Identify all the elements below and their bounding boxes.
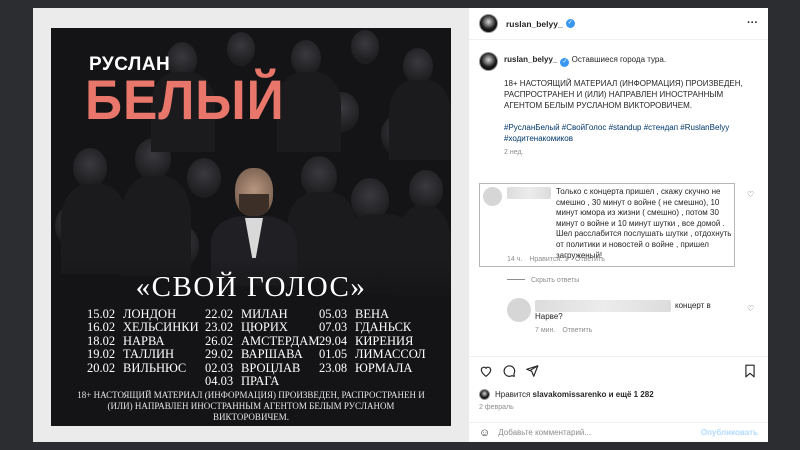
- tour-date-row: 07.03 ГДАНЬСК: [319, 320, 412, 335]
- post-media-area: РУСЛАН БЕЛЫЙ «СВОЙ ГОЛОС» 15.02 ЛОНДОН 16…: [33, 8, 469, 442]
- tour-date-row: 29.02 ВАРШАВА: [205, 347, 303, 362]
- tour-dates-column-1: 15.02 ЛОНДОН 16.02 ХЕЛЬСИНКИ 18.02 НАРВА 19…: [87, 307, 199, 375]
- tour-date-row: 26.02 АМСТЕРДАМ: [205, 333, 320, 348]
- caption-intro: Оставшиеся города тура.: [571, 55, 667, 64]
- reply-text-tail: концерт в: [675, 301, 711, 310]
- tour-dates-column-2: 22.02 МИЛАН 23.02 ЦЮРИХ 26.02 АМСТЕРДАМ 29.…: [205, 307, 320, 389]
- tour-date-row: 20.02 ВИЛЬНЮС: [87, 360, 187, 375]
- caption-username[interactable]: ruslan_belyy_: [504, 55, 557, 64]
- liker-username[interactable]: slavakomissarenko: [533, 390, 607, 399]
- share-icon[interactable]: [525, 364, 539, 378]
- poster-disclaimer: 18+ НАСТОЯЩИЙ МАТЕРИАЛ (ИНФОРМАЦИЯ) ПРОИ…: [77, 390, 425, 422]
- add-comment-bar: ☺ Добавьте комментарий... Опубликовать: [469, 422, 768, 442]
- commenter-username-redacted: [507, 187, 551, 199]
- tour-date-row: 18.02 НАРВА: [87, 333, 165, 348]
- poster-last-name: БЕЛЫЙ: [85, 68, 285, 131]
- verified-badge-icon: ✓: [560, 58, 570, 67]
- author-username[interactable]: ruslan_belyy_: [506, 19, 563, 29]
- comment-icon[interactable]: [502, 364, 516, 378]
- tour-dates-column-3: 05.03 ВЕНА 07.03 ГДАНЬСК 29.04 КИРЕНИЯ 01.0…: [319, 307, 426, 375]
- like-icon[interactable]: [479, 364, 493, 378]
- reply-text-line2: Нарве?: [535, 312, 563, 321]
- highlighted-comment: Только с концерта пришел , скажу скучно …: [479, 183, 735, 267]
- commenter-avatar[interactable]: [483, 187, 502, 206]
- tour-date-row: 15.02 ЛОНДОН: [87, 307, 177, 321]
- tour-poster[interactable]: РУСЛАН БЕЛЫЙ «СВОЙ ГОЛОС» 15.02 ЛОНДОН 16…: [51, 28, 451, 426]
- reply-meta: 7 мин. Ответить: [535, 327, 593, 334]
- caption-time[interactable]: 2 нед.: [504, 147, 759, 158]
- replier-avatar[interactable]: [507, 298, 531, 322]
- tour-date-row: 05.03 ВЕНА: [319, 307, 390, 321]
- comment-text: Только с концерта пришел , скажу скучно …: [556, 187, 732, 260]
- bookmark-icon[interactable]: [743, 364, 757, 378]
- author-avatar[interactable]: [479, 14, 498, 33]
- caption-notice: 18+ НАСТОЯЩИЙ МАТЕРИАЛ (ИНФОРМАЦИЯ) ПРОИ…: [504, 79, 743, 110]
- tour-date-row: 23.08 ЮРМАЛА: [319, 360, 413, 375]
- post-sidebar: ruslan_belyy_ ✓ ··· ruslan_belyy_ ✓ Остав…: [469, 8, 768, 442]
- tour-date-row: 22.02 МИЛАН: [205, 307, 288, 321]
- instagram-post-modal: РУСЛАН БЕЛЫЙ «СВОЙ ГОЛОС» 15.02 ЛОНДОН 16…: [33, 8, 768, 442]
- comment-reply-button[interactable]: Ответить: [575, 256, 605, 263]
- liker-avatar[interactable]: [479, 389, 490, 400]
- comment-meta: 14 ч. Нравится: 1 Ответить: [507, 256, 605, 263]
- tour-date-row: 23.02 ЦЮРИХ: [205, 320, 288, 335]
- likes-count[interactable]: и ещё 1 282: [609, 390, 654, 399]
- more-options-icon[interactable]: ···: [747, 17, 758, 29]
- publish-button[interactable]: Опубликовать: [701, 428, 758, 437]
- reply-reply-button[interactable]: Ответить: [562, 327, 592, 334]
- comment-input[interactable]: Добавьте комментарий...: [498, 428, 701, 437]
- caption-author-avatar[interactable]: [479, 52, 498, 71]
- poster-show-title: «СВОЙ ГОЛОС»: [135, 271, 367, 303]
- verified-badge-icon: ✓: [565, 19, 575, 28]
- caption-hashtags[interactable]: #РусланБелый #СвойГолос #standup #стенда…: [504, 122, 759, 144]
- emoji-icon[interactable]: ☺: [479, 427, 490, 439]
- tour-date-row: 04.03 ПРАГА: [205, 374, 280, 389]
- tour-date-row: 16.02 ХЕЛЬСИНКИ: [87, 320, 199, 335]
- hide-replies-button[interactable]: Скрыть ответы: [507, 277, 586, 284]
- tour-date-row: 01.05 ЛИМАССОЛ: [319, 347, 426, 362]
- comment-likes[interactable]: Нравится: 1: [529, 256, 568, 263]
- tour-date-row: 02.03 ВРОЦЛАВ: [205, 360, 301, 375]
- tour-date-row: 29.04 КИРЕНИЯ: [319, 333, 414, 348]
- tour-date-row: 19.02 ТАЛЛИН: [87, 347, 175, 362]
- post-header: ruslan_belyy_ ✓ ···: [469, 8, 768, 40]
- replier-text-redacted: [535, 300, 671, 312]
- post-action-bar: [469, 356, 768, 386]
- like-reply-icon[interactable]: ♡: [747, 304, 754, 313]
- likes-summary: Нравится slavakomissarenko и ещё 1 282: [479, 389, 654, 400]
- like-comment-icon[interactable]: ♡: [747, 190, 754, 199]
- post-date: 2 февраль: [479, 404, 514, 411]
